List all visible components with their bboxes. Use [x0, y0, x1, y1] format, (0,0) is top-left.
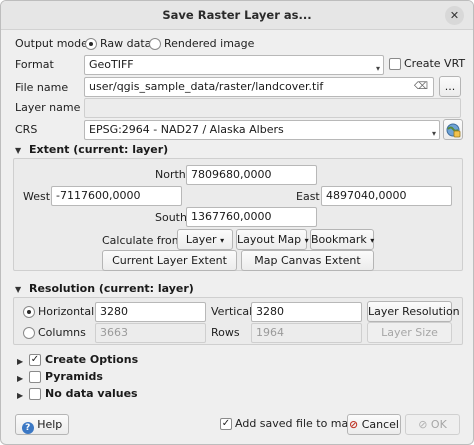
ok-button[interactable]: ⊘ OK — [405, 414, 460, 435]
columns-radio[interactable] — [23, 327, 35, 339]
raw-data-label[interactable]: Raw data — [100, 37, 151, 51]
output-mode-label: Output mode — [15, 37, 88, 50]
vertical-input[interactable]: 3280 — [251, 302, 362, 322]
rows-label: Rows — [211, 326, 240, 339]
add-saved-file-label[interactable]: Add saved file to map — [235, 417, 355, 431]
clear-icon[interactable]: ⌫ — [414, 78, 428, 96]
rows-input[interactable]: 1964 — [251, 323, 362, 343]
layout-map-button-label: Layout Map — [237, 233, 302, 246]
west-label: West — [23, 190, 51, 203]
create-vrt-label[interactable]: Create VRT — [404, 57, 465, 71]
file-name-value: user/qgis_sample_data/raster/landcover.t… — [89, 80, 324, 93]
bookmark-button[interactable]: Bookmark ▾ — [310, 229, 374, 250]
dialog-title: Save Raster Layer as... — [162, 8, 312, 22]
resolution-header[interactable]: Resolution (current: layer) — [29, 282, 194, 296]
add-saved-file-checkbox[interactable]: ✓ — [220, 418, 232, 430]
west-input[interactable]: -7117600,0000 — [51, 186, 182, 206]
rendered-image-label[interactable]: Rendered image — [164, 37, 254, 51]
file-name-input[interactable]: user/qgis_sample_data/raster/landcover.t… — [84, 77, 434, 97]
title-bar: Save Raster Layer as... ✕ — [1, 1, 473, 30]
cancel-icon: ⊘ — [349, 418, 359, 431]
collapse-arrow-icon[interactable]: ▼ — [15, 285, 21, 295]
horizontal-input[interactable]: 3280 — [95, 302, 206, 322]
no-data-label[interactable]: No data values — [45, 387, 138, 401]
pyramids-label[interactable]: Pyramids — [45, 370, 103, 384]
layer-button-label: Layer — [185, 233, 217, 246]
pyramids-checkbox[interactable] — [29, 371, 41, 383]
ok-button-label: OK — [430, 418, 447, 431]
rendered-image-radio[interactable] — [149, 38, 161, 50]
help-button-label: Help — [37, 418, 63, 431]
east-label: East — [296, 190, 320, 203]
crs-label: CRS — [15, 123, 38, 136]
crs-combo[interactable]: EPSG:2964 - NAD27 / Alaska Albers ▾ — [84, 120, 440, 140]
cancel-button[interactable]: ⊘ Cancel — [347, 414, 401, 435]
close-icon[interactable]: ✕ — [445, 6, 464, 25]
format-label: Format — [15, 58, 54, 71]
north-input[interactable]: 7809680,0000 — [186, 165, 317, 185]
south-input[interactable]: 1367760,0000 — [186, 207, 317, 227]
layout-map-button[interactable]: Layout Map ▾ — [236, 229, 309, 250]
map-canvas-extent-button[interactable]: Map Canvas Extent — [241, 250, 374, 271]
ok-icon: ⊘ — [418, 418, 428, 431]
layer-resolution-button[interactable]: Layer Resolution — [367, 301, 460, 322]
current-layer-extent-button[interactable]: Current Layer Extent — [102, 250, 237, 271]
file-name-label: File name — [15, 81, 69, 94]
browse-button[interactable]: ... — [439, 76, 461, 97]
collapse-arrow-icon[interactable]: ▼ — [15, 146, 21, 156]
chevron-down-icon: ▾ — [304, 236, 309, 245]
expand-arrow-icon[interactable]: ▶ — [17, 374, 23, 384]
south-label: South — [155, 211, 187, 224]
layer-name-input[interactable] — [84, 98, 461, 118]
chevron-down-icon: ▾ — [431, 129, 436, 138]
extent-header[interactable]: Extent (current: layer) — [29, 143, 168, 157]
create-options-checkbox[interactable]: ✓ — [29, 354, 41, 366]
bookmark-button-label: Bookmark — [311, 233, 367, 246]
globe-icon — [446, 123, 461, 138]
columns-label[interactable]: Columns — [38, 326, 86, 340]
north-label: North — [155, 168, 186, 181]
no-data-checkbox[interactable] — [29, 388, 41, 400]
chevron-down-icon: ▾ — [370, 236, 375, 245]
calculate-from-label: Calculate from — [102, 234, 183, 247]
help-icon: ? — [21, 422, 34, 434]
format-combo[interactable]: GeoTIFF ▾ — [84, 55, 384, 75]
crs-select-button[interactable] — [443, 119, 463, 140]
east-input[interactable]: 4897040,0000 — [321, 186, 452, 206]
create-options-label[interactable]: Create Options — [45, 353, 138, 367]
chevron-down-icon: ▾ — [375, 64, 380, 73]
vertical-label: Vertical — [211, 305, 253, 318]
layer-button[interactable]: Layer ▾ — [177, 229, 233, 250]
horizontal-label[interactable]: Horizontal — [38, 305, 94, 319]
expand-arrow-icon[interactable]: ▶ — [17, 391, 23, 401]
format-value: GeoTIFF — [89, 58, 134, 71]
raw-data-radio[interactable] — [85, 38, 97, 50]
expand-arrow-icon[interactable]: ▶ — [17, 357, 23, 367]
save-raster-dialog: Save Raster Layer as... ✕ Output mode Ra… — [0, 0, 474, 445]
layer-size-button[interactable]: Layer Size — [367, 322, 452, 343]
columns-input[interactable]: 3663 — [95, 323, 206, 343]
create-vrt-checkbox[interactable] — [389, 58, 401, 70]
chevron-down-icon: ▾ — [220, 236, 225, 245]
layer-name-label: Layer name — [15, 101, 81, 114]
cancel-button-label: Cancel — [361, 418, 399, 431]
crs-value: EPSG:2964 - NAD27 / Alaska Albers — [89, 123, 284, 136]
horizontal-radio[interactable] — [23, 306, 35, 318]
help-button[interactable]: ? Help — [15, 414, 69, 435]
